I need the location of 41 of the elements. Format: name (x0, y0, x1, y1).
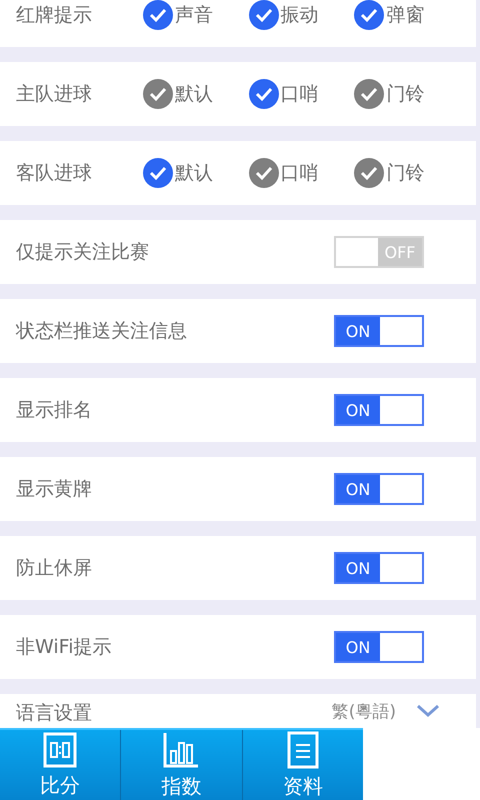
setting-label: 客队进球 (16, 161, 93, 186)
setting-label: 防止休屏 (16, 556, 92, 581)
tab-button[interactable]: 比分 (0, 730, 122, 800)
setting-label: 仅提示关注比赛 (16, 240, 149, 265)
option-label: 口哨 (280, 161, 319, 186)
setting-label: 状态栏推送关注信息 (16, 319, 187, 344)
setting-label: 语言设置 (16, 701, 92, 726)
toggle-switch[interactable]: ON (334, 394, 424, 426)
option-label: 口哨 (280, 82, 319, 107)
option-label: 默认 (175, 82, 213, 107)
option-label: 弹窗 (386, 3, 424, 28)
checkbox[interactable] (248, 158, 279, 188)
option-label: 声音 (175, 3, 213, 28)
toggle-switch[interactable]: ON (334, 552, 424, 584)
option-label: 振动 (280, 3, 319, 28)
language-value[interactable]: 繁(粵語) (332, 700, 396, 723)
setting-label: 显示排名 (16, 398, 92, 423)
bar-chart-icon (162, 730, 200, 768)
option-label: 默认 (175, 161, 213, 186)
option-label: 门铃 (386, 82, 424, 107)
tab-button[interactable]: 资料 (242, 730, 363, 800)
checkbox[interactable] (354, 79, 384, 109)
toggle-switch[interactable]: ON (334, 473, 424, 505)
checkbox[interactable] (248, 0, 279, 30)
checkbox[interactable] (354, 158, 384, 188)
toggle-switch[interactable]: ON (334, 315, 424, 347)
checkbox[interactable] (143, 0, 173, 30)
scoreboard-icon (43, 732, 78, 768)
checkbox[interactable] (143, 79, 173, 109)
checkbox[interactable] (354, 0, 384, 30)
document-icon (286, 730, 319, 768)
setting-label: 显示黄牌 (16, 477, 92, 502)
chevron-down-icon[interactable] (416, 704, 440, 718)
toggle-switch[interactable]: ON (334, 631, 424, 663)
setting-label: 非WiFi提示 (16, 635, 112, 660)
option-label: 门铃 (386, 161, 424, 186)
checkbox[interactable] (143, 158, 173, 188)
setting-label: 红牌提示 (16, 3, 93, 28)
tab-button[interactable]: 指数 (121, 730, 243, 800)
setting-label: 主队进球 (16, 82, 93, 107)
checkbox[interactable] (248, 79, 279, 109)
